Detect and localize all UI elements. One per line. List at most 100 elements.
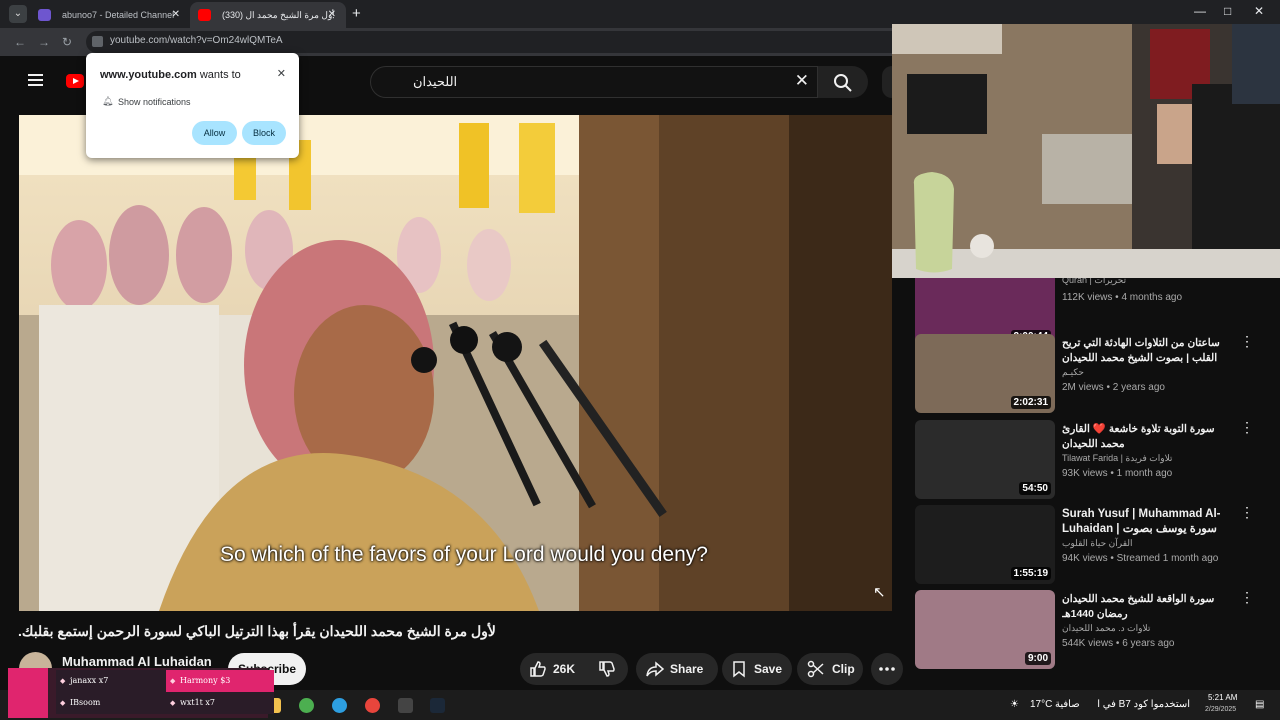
video-meta: 94K views • Streamed 1 month ago xyxy=(1062,553,1219,564)
video-thumbnail[interactable]: 2:02:31 xyxy=(915,334,1055,413)
block-button[interactable]: Block xyxy=(242,121,286,145)
like-dislike-group: 26K xyxy=(520,653,1107,685)
clock-time: 5:21 AM xyxy=(1208,693,1238,702)
youtube-favicon-icon xyxy=(198,9,211,21)
more-actions-button[interactable] xyxy=(871,653,903,685)
minimize-icon[interactable]: — xyxy=(1194,4,1206,18)
weather-condition: صافية xyxy=(1055,699,1080,710)
video-title[interactable]: سورة الواقعة للشيخ محمد اللحيدان رمضان 1… xyxy=(1062,592,1230,622)
popup-title: www.youtube.com wants to xyxy=(100,69,241,81)
chrome-icon[interactable] xyxy=(299,698,314,713)
close-window-icon[interactable]: ✕ xyxy=(1254,4,1264,18)
like-count[interactable]: 26K xyxy=(553,653,575,685)
share-icon xyxy=(646,661,664,677)
donor-entry: Harmony $3 xyxy=(166,670,274,692)
maximize-icon[interactable]: □ xyxy=(1224,4,1231,18)
video-thumbnail[interactable]: 1:55:19 xyxy=(915,505,1055,584)
video-player[interactable]: So which of the favors of your Lord woul… xyxy=(19,115,892,611)
donation-overlay: janaxx x7 Harmony $3 IBsoom wxt1t x7 xyxy=(8,668,274,718)
popup-permission-text: Show notifications xyxy=(118,97,191,107)
more-vertical-icon[interactable]: ⋮ xyxy=(1240,420,1254,434)
tab-close-icon[interactable]: ✕ xyxy=(328,2,336,28)
video-title: لأول مرة الشيخ محمد اللحيدان يقرأ بهذا ا… xyxy=(18,623,496,639)
new-tab-icon[interactable]: + xyxy=(352,5,361,22)
video-channel[interactable]: Quran | تحريرات xyxy=(1062,278,1126,286)
related-video-item[interactable]: 54:50 سورة التوبة تلاوة خاشعة ❤️ القارئ … xyxy=(915,420,1260,502)
search-input[interactable]: اللحيدان ✕ xyxy=(370,66,818,98)
related-video-item[interactable]: 2:02:31 ساعتان من التلاوات الهادئة التي … xyxy=(915,334,1260,416)
video-title[interactable]: ساعتان من التلاوات الهادئة التي تريح الق… xyxy=(1062,336,1230,366)
video-caption: So which of the favors of your Lord woul… xyxy=(220,543,708,566)
share-button[interactable]: Share xyxy=(636,653,718,685)
chrome-active-icon[interactable] xyxy=(365,698,380,713)
back-icon[interactable]: ← xyxy=(14,35,26,49)
reload-icon[interactable]: ↻ xyxy=(62,35,72,49)
search-button[interactable] xyxy=(818,66,868,98)
video-thumbnail[interactable]: 9:00 xyxy=(915,590,1055,669)
allow-button[interactable]: Allow xyxy=(192,121,237,145)
search-query: اللحيدان xyxy=(413,74,458,89)
site-info-icon[interactable] xyxy=(92,36,103,47)
donor-entry: janaxx x7 xyxy=(56,670,166,692)
tab-youtube-video[interactable]: (330) لأول مرة الشيخ محمد ال ✕ xyxy=(190,2,346,28)
video-duration: 2:02:31 xyxy=(1010,396,1051,409)
scissors-icon xyxy=(807,660,824,678)
video-meta: 93K views • 1 month ago xyxy=(1062,468,1173,479)
video-duration: 54:50 xyxy=(1019,482,1051,495)
popup-wants-to: wants to xyxy=(199,69,241,81)
video-title[interactable]: سورة التوبة تلاوة خاشعة ❤️ القارئ محمد ا… xyxy=(1062,422,1230,452)
youtube-logo-icon[interactable] xyxy=(66,74,84,88)
channel-name[interactable]: Muhammad Al Luhaidan xyxy=(62,654,212,669)
tab-close-icon[interactable]: ✕ xyxy=(172,2,180,28)
save-button[interactable]: Save xyxy=(722,653,792,685)
more-vertical-icon[interactable]: ⋮ xyxy=(1240,334,1254,348)
related-video-item[interactable]: 1:55:19 Surah Yusuf | Muhammad Al-Luhaid… xyxy=(915,505,1260,587)
notification-permission-popup: www.youtube.com wants to ✕ 🔔︎ Show notif… xyxy=(86,53,299,158)
video-duration: 1:55:19 xyxy=(1010,567,1051,580)
clip-button[interactable]: Clip xyxy=(797,653,863,685)
tab-label: (330) لأول مرة الشيخ محمد ال xyxy=(222,10,334,20)
video-channel[interactable]: حكيـم xyxy=(1062,367,1084,378)
tab-label: abunoo7 - Detailed Channel Vi xyxy=(62,10,174,20)
steam-icon[interactable] xyxy=(430,698,445,713)
menu-icon[interactable] xyxy=(28,74,43,86)
search-icon xyxy=(834,74,852,92)
mouse-cursor-icon: ↖ xyxy=(873,584,886,601)
tab-search-menu-icon[interactable]: ⌄ xyxy=(9,5,27,23)
popup-site: www.youtube.com xyxy=(100,69,197,81)
video-channel[interactable]: تلاوات د. محمد اللحيدان xyxy=(1062,623,1150,634)
video-thumbnail[interactable]: 54:50 xyxy=(915,420,1055,499)
stream-ticker: استخدموا كود B7 في المتجر الالكتروني! xyxy=(1098,699,1190,710)
voice-search-button[interactable] xyxy=(882,66,892,98)
dislike-icon[interactable] xyxy=(598,660,616,678)
save-label: Save xyxy=(754,662,783,676)
weather-icon: ☀ xyxy=(1010,699,1019,710)
donor-entry: wxt1t x7 xyxy=(166,692,274,714)
video-channel[interactable]: القرآن حياة القلوب xyxy=(1062,538,1133,549)
like-icon[interactable] xyxy=(529,660,547,678)
url-field[interactable]: youtube.com/watch?v=Om24wlQMTeA xyxy=(86,31,892,53)
tab-favicon-icon xyxy=(38,9,51,21)
video-channel[interactable]: Tilawat Farida | تلاوات فريدة xyxy=(1062,453,1172,464)
more-vertical-icon[interactable]: ⋮ xyxy=(1240,590,1254,604)
webcam-overlay xyxy=(892,24,1280,278)
capcut-icon[interactable] xyxy=(398,698,413,713)
address-bar: ← → ↻ youtube.com/watch?v=Om24wlQMTeA xyxy=(0,28,892,56)
more-horizontal-icon xyxy=(879,667,895,671)
notification-center-icon[interactable]: ▤ xyxy=(1255,699,1264,710)
forward-icon[interactable]: → xyxy=(38,35,50,49)
clear-search-icon[interactable]: ✕ xyxy=(795,71,809,91)
more-vertical-icon[interactable]: ⋮ xyxy=(1240,505,1254,519)
bell-icon: 🔔︎ xyxy=(102,96,114,106)
clip-label: Clip xyxy=(832,662,855,676)
screen: ⌄ abunoo7 - Detailed Channel Vi ✕ (330) … xyxy=(0,0,1280,720)
bookmark-icon xyxy=(733,661,745,678)
video-title[interactable]: Surah Yusuf | Muhammad Al-Luhaidan | سور… xyxy=(1062,507,1230,537)
popup-close-icon[interactable]: ✕ xyxy=(277,67,286,80)
edge-icon[interactable] xyxy=(332,698,347,713)
tab-analytics[interactable]: abunoo7 - Detailed Channel Vi ✕ xyxy=(30,2,190,28)
video-duration: 9:00 xyxy=(1024,652,1051,665)
video-frame xyxy=(19,115,892,611)
video-meta: 2M views • 2 years ago xyxy=(1062,382,1165,393)
related-video-item[interactable]: 9:00 سورة الواقعة للشيخ محمد اللحيدان رم… xyxy=(915,590,1260,672)
